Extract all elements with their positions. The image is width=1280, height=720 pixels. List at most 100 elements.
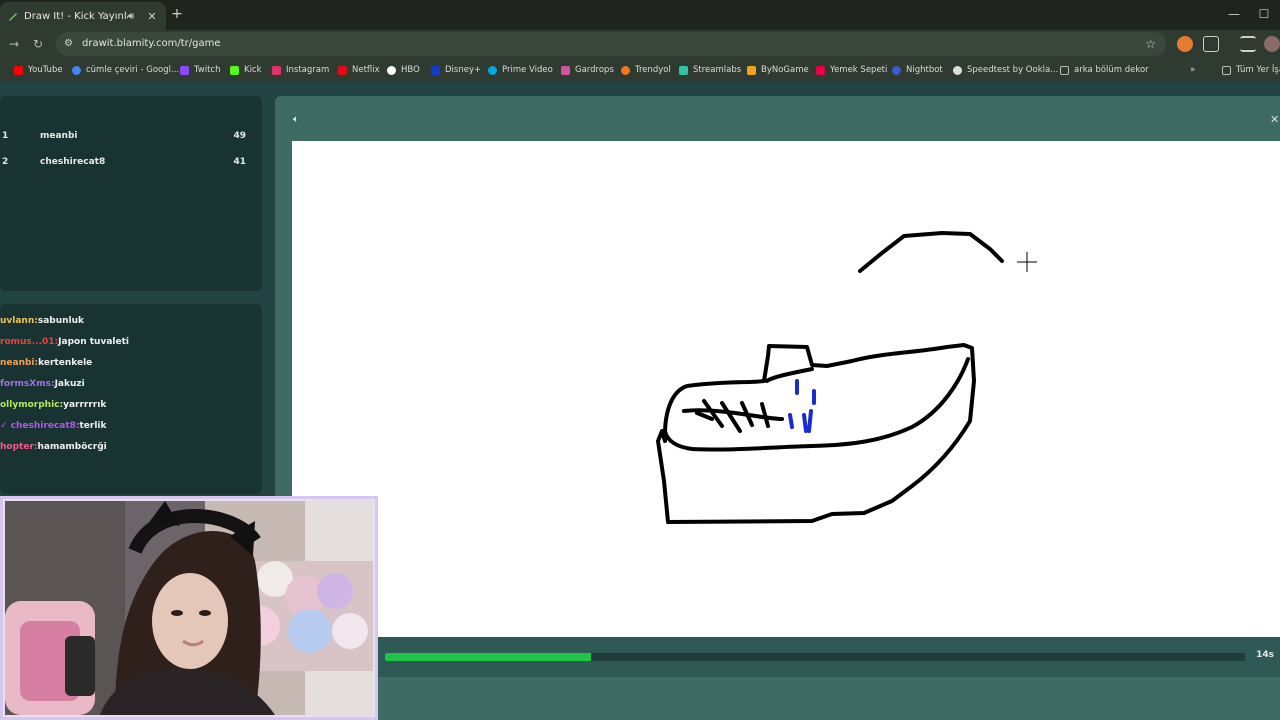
bookmark-label: Instagram [286, 65, 330, 75]
browser-tab-active[interactable]: Draw It! - Kick Yayınları İçin 🔊︎ ✕ [0, 2, 166, 30]
forward-icon[interactable]: → [6, 36, 22, 52]
kick-icon [230, 65, 239, 75]
bookmark-star-icon[interactable]: ☆ [1145, 36, 1156, 52]
bookmark-label: Disney+ [445, 65, 482, 75]
twitch-icon [180, 65, 189, 75]
bookmark-label: Trendyol [635, 65, 671, 75]
address-bar: → ↻ ⚙ drawit.blamity.com/tr/game ☆ [0, 30, 1280, 58]
bookmark-streamlabs[interactable]: Streamlabs [679, 62, 741, 78]
chat-text: kertenkele [38, 358, 93, 368]
bookmark-prime-video[interactable]: Prime Video [488, 62, 553, 78]
hbo-icon [387, 65, 396, 75]
profile-avatar[interactable] [1264, 36, 1280, 52]
player-score: 49 [233, 131, 246, 141]
gardrops-icon [561, 65, 570, 75]
site-info-icon[interactable]: ⚙ [64, 36, 78, 52]
chat-text: yarrrrrık [63, 400, 107, 410]
chat-user: uvlann [0, 316, 35, 326]
bookmark-label: Nightbot [906, 65, 943, 75]
chat-message: romus...01:Japon tuvaleti [0, 337, 129, 347]
folder-icon [1222, 65, 1231, 75]
bookmark-disney[interactable]: Disney+ [431, 62, 481, 78]
nightbot-icon [892, 65, 901, 75]
bookmark-label: Prime Video [502, 65, 553, 75]
leaderboard-panel: 1 meanbi 49 2 cheshirecat8 41 [0, 96, 262, 291]
bookmark-instagram[interactable]: Instagram [272, 62, 329, 78]
bookmarks-overflow-icon[interactable]: » [1190, 62, 1195, 78]
chat-panel: uvlann:sabunluk romus...01:Japon tuvalet… [0, 304, 262, 494]
bookmarks-bar: YouTube cümle çeviri - Googl... Twitch K… [0, 58, 1280, 82]
bookmark-label: Netflix [352, 65, 380, 75]
tab-title: Draw It! - Kick Yayınları İçin [24, 10, 128, 22]
bookmark-label: cümle çeviri - Googl... [86, 65, 180, 75]
streamlabs-icon [679, 65, 688, 75]
bookmark-trendyol[interactable]: Trendyol [621, 62, 671, 78]
bynogame-icon [747, 65, 756, 75]
drawing-canvas[interactable] [292, 141, 1280, 637]
bookmark-nightbot[interactable]: Nightbot [892, 62, 943, 78]
bookmark-label: Twitch [194, 65, 221, 75]
browser-tab-strip: Draw It! - Kick Yayınları İçin 🔊︎ ✕ + — … [0, 0, 1280, 30]
drawing-strokes [656, 231, 1037, 524]
close-icon[interactable]: ✕ [1270, 113, 1280, 127]
reload-icon[interactable]: ↻ [30, 36, 46, 52]
site-favicon-icon [8, 11, 18, 21]
bookmark-bynogame[interactable]: ByNoGame [747, 62, 809, 78]
bookmark-twitch[interactable]: Twitch [180, 62, 221, 78]
rank: 2 [2, 157, 9, 167]
player-name: meanbi [40, 131, 78, 141]
bookmark-label: YouTube [28, 65, 63, 75]
extensions-puzzle-icon[interactable] [1203, 36, 1219, 52]
all-bookmarks-label: Tüm Yer İşa [1236, 65, 1280, 75]
chat-message: ollymorphic:yarrrrrık [0, 400, 107, 410]
bookmark-yemek-sepeti[interactable]: Yemek Sepeti [816, 62, 887, 78]
minimize-window-icon[interactable]: — [1226, 6, 1242, 22]
bookmark-speedtest[interactable]: Speedtest by Ookla... [953, 62, 1058, 78]
bookmark-label: ByNoGame [761, 65, 809, 75]
yemek-sepeti-icon [816, 65, 825, 75]
chat-user: ✓ cheshirecat8 [0, 421, 76, 431]
bookmark-kick[interactable]: Kick [230, 62, 262, 78]
chat-message: neanbi:kertenkele [0, 358, 93, 368]
chat-message: uvlann:sabunluk [0, 316, 85, 326]
volume-icon[interactable]: 🔈︎ [293, 113, 307, 127]
trendyol-icon [621, 65, 630, 75]
leaderboard-row: 1 meanbi 49 [0, 128, 250, 146]
chat-message: ✓ cheshirecat8:terlik [0, 421, 107, 431]
bookmark-youtube[interactable]: YouTube [14, 62, 63, 78]
close-tab-icon[interactable]: ✕ [146, 10, 158, 23]
new-tab-button[interactable]: + [170, 6, 184, 22]
chat-text: terlik [79, 421, 107, 431]
youtube-icon [14, 65, 23, 75]
leaderboard-row: 2 cheshirecat8 41 [0, 154, 250, 172]
bookmark-folder-arka-bolum[interactable]: arka bölüm dekor [1060, 62, 1149, 78]
chat-text: Japon tuvaleti [58, 337, 129, 347]
instagram-icon [272, 65, 281, 75]
rank: 1 [2, 131, 9, 141]
disney-icon [431, 65, 440, 75]
maximize-window-icon[interactable]: ☐ [1256, 6, 1272, 22]
round-progress-bar [385, 653, 1245, 661]
netflix-icon [338, 65, 347, 75]
bookmark-hbo[interactable]: HBO [387, 62, 420, 78]
player-score: 41 [233, 157, 246, 167]
bookmark-google-translate[interactable]: cümle çeviri - Googl... [72, 62, 179, 78]
chat-user: ollymorphic [0, 400, 60, 410]
bookmark-label: Speedtest by Ookla... [967, 65, 1059, 75]
all-bookmarks-folder[interactable]: Tüm Yer İşa [1222, 62, 1280, 78]
chat-user: hopter [0, 442, 34, 452]
bookmark-gardrops[interactable]: Gardrops [561, 62, 614, 78]
chat-user: romus...01 [0, 337, 55, 347]
chat-message: formsXms:Jakuzi [0, 379, 85, 389]
bookmark-netflix[interactable]: Netflix [338, 62, 380, 78]
media-icon[interactable] [1240, 36, 1256, 52]
prime-video-icon [488, 65, 497, 75]
bookmark-label: Gardrops [575, 65, 614, 75]
omnibox[interactable]: ⚙ drawit.blamity.com/tr/game ☆ [56, 32, 1166, 56]
speaker-icon[interactable]: 🔊︎ [128, 11, 140, 22]
webcam-scene-image [5, 501, 373, 715]
extension-icon[interactable] [1177, 36, 1193, 52]
round-progress-fill [385, 653, 592, 661]
progress-area: 14s [275, 637, 1280, 677]
bookmark-label: arka bölüm dekor [1074, 65, 1149, 75]
